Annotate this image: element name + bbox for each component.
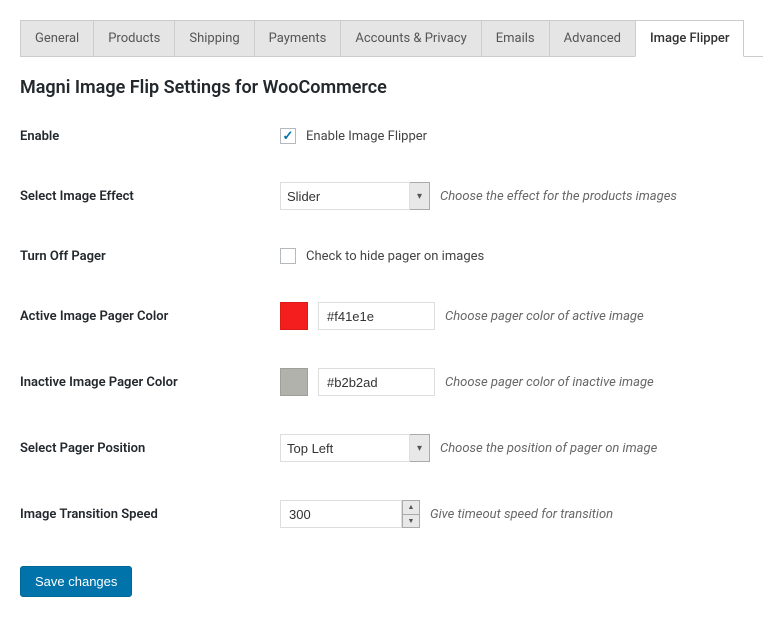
desc-active-color: Choose pager color of active image: [445, 309, 644, 324]
swatch-active-color[interactable]: [280, 302, 308, 330]
label-transition-speed: Image Transition Speed: [20, 507, 280, 522]
row-turn-off-pager: Turn Off Pager Check to hide pager on im…: [20, 248, 763, 264]
label-turn-off-pager: Turn Off Pager: [20, 249, 280, 264]
desc-effect: Choose the effect for the products image…: [440, 189, 677, 204]
row-effect: Select Image Effect Slider ▾ Choose the …: [20, 182, 763, 210]
desc-pager-position: Choose the position of pager on image: [440, 441, 657, 456]
row-pager-position: Select Pager Position Top Left ▾ Choose …: [20, 434, 763, 462]
select-effect[interactable]: Slider: [280, 182, 410, 210]
swatch-inactive-color[interactable]: [280, 368, 308, 396]
settings-tabs: General Products Shipping Payments Accou…: [20, 20, 763, 57]
row-active-color: Active Image Pager Color Choose pager co…: [20, 302, 763, 330]
number-spinner: ▲ ▼: [402, 500, 420, 528]
save-button[interactable]: Save changes: [20, 566, 132, 597]
tab-general[interactable]: General: [20, 20, 94, 56]
tab-payments[interactable]: Payments: [254, 20, 342, 56]
row-enable: Enable Enable Image Flipper: [20, 128, 763, 144]
label-enable: Enable: [20, 129, 280, 144]
spinner-up-icon[interactable]: ▲: [403, 501, 419, 515]
page-title: Magni Image Flip Settings for WooCommerc…: [20, 77, 763, 98]
input-transition-speed[interactable]: [280, 500, 402, 528]
checkbox-turn-off-pager-label: Check to hide pager on images: [306, 249, 484, 264]
tab-shipping[interactable]: Shipping: [174, 20, 254, 56]
select-pager-position[interactable]: Top Left: [280, 434, 410, 462]
label-effect: Select Image Effect: [20, 189, 280, 204]
checkbox-turn-off-pager[interactable]: [280, 248, 296, 264]
label-pager-position: Select Pager Position: [20, 441, 280, 456]
checkbox-enable-label: Enable Image Flipper: [306, 129, 427, 144]
settings-content: Magni Image Flip Settings for WooCommerc…: [0, 57, 783, 617]
tab-accounts-privacy[interactable]: Accounts & Privacy: [340, 20, 481, 56]
checkbox-enable[interactable]: [280, 128, 296, 144]
tab-image-flipper[interactable]: Image Flipper: [635, 20, 745, 57]
row-inactive-color: Inactive Image Pager Color Choose pager …: [20, 368, 763, 396]
tab-emails[interactable]: Emails: [481, 20, 550, 56]
input-active-color[interactable]: [318, 302, 435, 330]
tab-products[interactable]: Products: [93, 20, 175, 56]
chevron-down-icon[interactable]: ▾: [410, 182, 430, 210]
label-active-color: Active Image Pager Color: [20, 309, 280, 324]
desc-inactive-color: Choose pager color of inactive image: [445, 375, 654, 390]
input-inactive-color[interactable]: [318, 368, 435, 396]
chevron-down-icon[interactable]: ▾: [410, 434, 430, 462]
row-transition-speed: Image Transition Speed ▲ ▼ Give timeout …: [20, 500, 763, 528]
label-inactive-color: Inactive Image Pager Color: [20, 375, 280, 390]
desc-transition-speed: Give timeout speed for transition: [430, 507, 613, 522]
tab-advanced[interactable]: Advanced: [549, 20, 636, 56]
spinner-down-icon[interactable]: ▼: [403, 515, 419, 528]
